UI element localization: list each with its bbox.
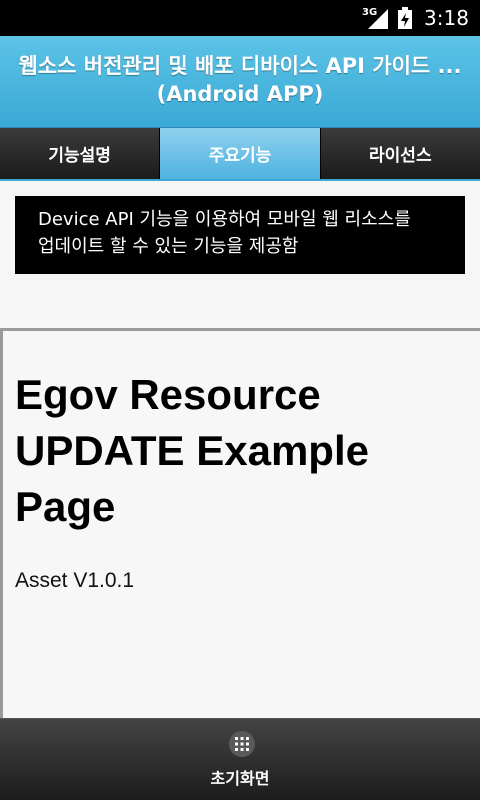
description-line-2: 업데이트 할 수 있는 기능을 제공함 — [38, 236, 299, 257]
signal-icon — [368, 9, 388, 29]
footer-bar: 초기화면 — [0, 718, 480, 800]
content-heading: Egov Resource UPDATE Example Page — [15, 371, 369, 530]
home-button-label[interactable]: 초기화면 — [0, 765, 480, 789]
description-line-1: Device API 기능을 이용하여 모바일 웹 리소스를 — [38, 209, 411, 230]
tab-feature-description[interactable]: 기능설명 — [0, 128, 161, 179]
version-text: Asset V1.0.1 — [15, 569, 135, 592]
tab-main-features[interactable]: 주요기능 — [160, 128, 321, 179]
clock: 3:18 — [424, 6, 469, 30]
tab-license[interactable]: 라이선스 — [320, 128, 480, 179]
battery-icon — [398, 7, 412, 29]
title-line-1: 웹소스 버전관리 및 배포 디바이스 API 가이드 ... — [18, 54, 462, 78]
status-bar: 3G 3:18 — [0, 0, 480, 36]
content-frame: Egov Resource UPDATE Example Page Asset … — [0, 328, 480, 718]
app-header: 웹소스 버전관리 및 배포 디바이스 API 가이드 ... (Android … — [0, 36, 480, 128]
title-line-2: (Android APP) — [156, 82, 324, 106]
grid-icon[interactable] — [229, 731, 255, 757]
description-box: Device API 기능을 이용하여 모바일 웹 리소스를 업데이트 할 수 … — [15, 196, 465, 274]
tab-bar: 기능설명 주요기능 라이선스 — [0, 128, 480, 181]
page-title: 웹소스 버전관리 및 배포 디바이스 API 가이드 ... (Android … — [0, 52, 480, 108]
